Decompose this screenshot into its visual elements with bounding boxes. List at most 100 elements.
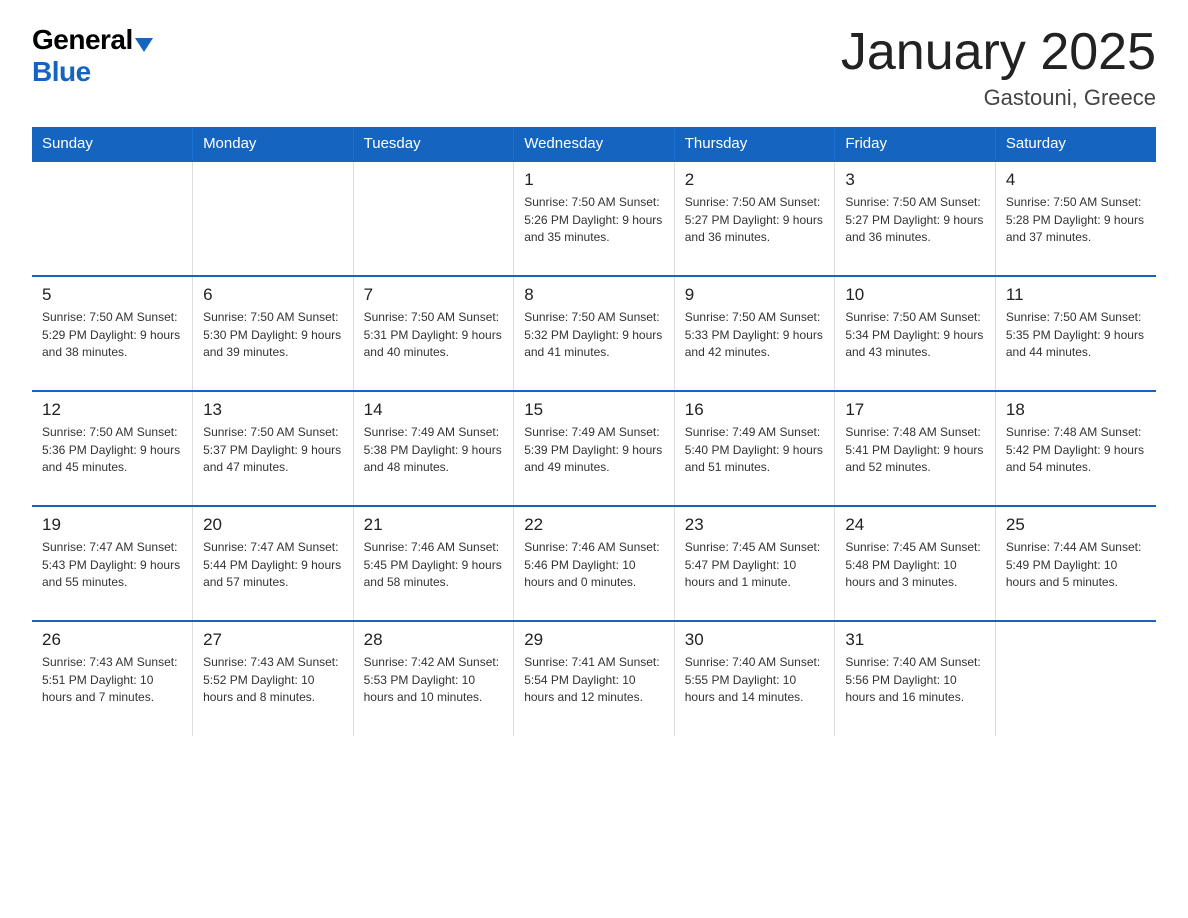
- header-monday: Monday: [193, 127, 354, 161]
- day-number: 19: [42, 515, 182, 535]
- day-info: Sunrise: 7:46 AM Sunset: 5:46 PM Dayligh…: [524, 539, 664, 591]
- day-number: 27: [203, 630, 343, 650]
- day-number: 17: [845, 400, 985, 420]
- day-info: Sunrise: 7:50 AM Sunset: 5:30 PM Dayligh…: [203, 309, 343, 361]
- day-number: 3: [845, 170, 985, 190]
- calendar-cell: [193, 161, 354, 276]
- calendar-cell: 5 Sunrise: 7:50 AM Sunset: 5:29 PM Daylig…: [32, 276, 193, 391]
- page-header: General Blue January 2025 Gastouni, Gree…: [32, 24, 1156, 111]
- header-tuesday: Tuesday: [353, 127, 514, 161]
- calendar-header: SundayMondayTuesdayWednesdayThursdayFrid…: [32, 127, 1156, 161]
- day-info: Sunrise: 7:50 AM Sunset: 5:32 PM Dayligh…: [524, 309, 664, 361]
- day-number: 7: [364, 285, 504, 305]
- day-number: 11: [1006, 285, 1146, 305]
- calendar-cell: 23 Sunrise: 7:45 AM Sunset: 5:47 PM Dayli…: [674, 506, 835, 621]
- day-number: 22: [524, 515, 664, 535]
- calendar-cell: 30 Sunrise: 7:40 AM Sunset: 5:55 PM Dayli…: [674, 621, 835, 736]
- day-info: Sunrise: 7:45 AM Sunset: 5:47 PM Dayligh…: [685, 539, 825, 591]
- day-info: Sunrise: 7:49 AM Sunset: 5:40 PM Dayligh…: [685, 424, 825, 476]
- day-info: Sunrise: 7:49 AM Sunset: 5:38 PM Dayligh…: [364, 424, 504, 476]
- day-number: 20: [203, 515, 343, 535]
- calendar-body: 1 Sunrise: 7:50 AM Sunset: 5:26 PM Daylig…: [32, 161, 1156, 736]
- week-row-2: 5 Sunrise: 7:50 AM Sunset: 5:29 PM Daylig…: [32, 276, 1156, 391]
- title-block: January 2025 Gastouni, Greece: [841, 24, 1156, 111]
- header-friday: Friday: [835, 127, 996, 161]
- logo-triangle-icon: [135, 38, 153, 52]
- header-thursday: Thursday: [674, 127, 835, 161]
- day-number: 14: [364, 400, 504, 420]
- day-info: Sunrise: 7:50 AM Sunset: 5:27 PM Dayligh…: [845, 194, 985, 246]
- calendar-subtitle: Gastouni, Greece: [841, 85, 1156, 111]
- day-info: Sunrise: 7:50 AM Sunset: 5:33 PM Dayligh…: [685, 309, 825, 361]
- header-saturday: Saturday: [995, 127, 1156, 161]
- day-number: 21: [364, 515, 504, 535]
- day-number: 9: [685, 285, 825, 305]
- day-info: Sunrise: 7:50 AM Sunset: 5:29 PM Dayligh…: [42, 309, 182, 361]
- day-number: 23: [685, 515, 825, 535]
- day-number: 18: [1006, 400, 1146, 420]
- calendar-cell: 29Sunrise: 7:41 AM Sunset: 5:54 PM Dayli…: [514, 621, 675, 736]
- day-info: Sunrise: 7:50 AM Sunset: 5:35 PM Dayligh…: [1006, 309, 1146, 361]
- calendar-cell: [32, 161, 193, 276]
- calendar-cell: 16 Sunrise: 7:49 AM Sunset: 5:40 PM Dayli…: [674, 391, 835, 506]
- day-number: 26: [42, 630, 182, 650]
- day-number: 16: [685, 400, 825, 420]
- week-row-3: 12Sunrise: 7:50 AM Sunset: 5:36 PM Dayli…: [32, 391, 1156, 506]
- week-row-4: 19 Sunrise: 7:47 AM Sunset: 5:43 PM Dayli…: [32, 506, 1156, 621]
- calendar-cell: [353, 161, 514, 276]
- calendar-cell: 10Sunrise: 7:50 AM Sunset: 5:34 PM Dayli…: [835, 276, 996, 391]
- day-info: Sunrise: 7:43 AM Sunset: 5:51 PM Dayligh…: [42, 654, 182, 706]
- calendar-cell: 6 Sunrise: 7:50 AM Sunset: 5:30 PM Daylig…: [193, 276, 354, 391]
- day-number: 8: [524, 285, 664, 305]
- day-info: Sunrise: 7:50 AM Sunset: 5:26 PM Dayligh…: [524, 194, 664, 246]
- day-info: Sunrise: 7:44 AM Sunset: 5:49 PM Dayligh…: [1006, 539, 1146, 591]
- calendar-cell: 31 Sunrise: 7:40 AM Sunset: 5:56 PM Dayli…: [835, 621, 996, 736]
- calendar-cell: 8 Sunrise: 7:50 AM Sunset: 5:32 PM Daylig…: [514, 276, 675, 391]
- day-info: Sunrise: 7:50 AM Sunset: 5:28 PM Dayligh…: [1006, 194, 1146, 246]
- day-number: 12: [42, 400, 182, 420]
- day-info: Sunrise: 7:40 AM Sunset: 5:56 PM Dayligh…: [845, 654, 985, 706]
- day-number: 5: [42, 285, 182, 305]
- day-number: 6: [203, 285, 343, 305]
- logo: General Blue: [32, 24, 153, 88]
- logo-general-line: General: [32, 24, 153, 56]
- day-number: 1: [524, 170, 664, 190]
- day-info: Sunrise: 7:43 AM Sunset: 5:52 PM Dayligh…: [203, 654, 343, 706]
- calendar-cell: 3 Sunrise: 7:50 AM Sunset: 5:27 PM Daylig…: [835, 161, 996, 276]
- day-number: 25: [1006, 515, 1146, 535]
- day-info: Sunrise: 7:45 AM Sunset: 5:48 PM Dayligh…: [845, 539, 985, 591]
- day-info: Sunrise: 7:50 AM Sunset: 5:31 PM Dayligh…: [364, 309, 504, 361]
- day-info: Sunrise: 7:48 AM Sunset: 5:42 PM Dayligh…: [1006, 424, 1146, 476]
- calendar-cell: 28Sunrise: 7:42 AM Sunset: 5:53 PM Dayli…: [353, 621, 514, 736]
- day-number: 30: [685, 630, 825, 650]
- calendar-cell: 26 Sunrise: 7:43 AM Sunset: 5:51 PM Dayli…: [32, 621, 193, 736]
- day-number: 13: [203, 400, 343, 420]
- header-sunday: Sunday: [32, 127, 193, 161]
- day-info: Sunrise: 7:46 AM Sunset: 5:45 PM Dayligh…: [364, 539, 504, 591]
- day-info: Sunrise: 7:40 AM Sunset: 5:55 PM Dayligh…: [685, 654, 825, 706]
- day-info: Sunrise: 7:48 AM Sunset: 5:41 PM Dayligh…: [845, 424, 985, 476]
- calendar-cell: 24Sunrise: 7:45 AM Sunset: 5:48 PM Dayli…: [835, 506, 996, 621]
- day-number: 29: [524, 630, 664, 650]
- calendar-table: SundayMondayTuesdayWednesdayThursdayFrid…: [32, 127, 1156, 736]
- logo-general-text: General: [32, 24, 133, 55]
- logo-blue-text: Blue: [32, 56, 91, 87]
- day-info: Sunrise: 7:50 AM Sunset: 5:34 PM Dayligh…: [845, 309, 985, 361]
- week-row-1: 1 Sunrise: 7:50 AM Sunset: 5:26 PM Daylig…: [32, 161, 1156, 276]
- day-number: 2: [685, 170, 825, 190]
- calendar-cell: 18 Sunrise: 7:48 AM Sunset: 5:42 PM Dayli…: [995, 391, 1156, 506]
- week-row-5: 26 Sunrise: 7:43 AM Sunset: 5:51 PM Dayli…: [32, 621, 1156, 736]
- day-number: 4: [1006, 170, 1146, 190]
- calendar-cell: 9 Sunrise: 7:50 AM Sunset: 5:33 PM Daylig…: [674, 276, 835, 391]
- calendar-cell: 27 Sunrise: 7:43 AM Sunset: 5:52 PM Dayli…: [193, 621, 354, 736]
- calendar-cell: 7 Sunrise: 7:50 AM Sunset: 5:31 PM Daylig…: [353, 276, 514, 391]
- calendar-cell: 1 Sunrise: 7:50 AM Sunset: 5:26 PM Daylig…: [514, 161, 675, 276]
- day-info: Sunrise: 7:47 AM Sunset: 5:43 PM Dayligh…: [42, 539, 182, 591]
- header-row: SundayMondayTuesdayWednesdayThursdayFrid…: [32, 127, 1156, 161]
- calendar-cell: [995, 621, 1156, 736]
- calendar-cell: 2Sunrise: 7:50 AM Sunset: 5:27 PM Daylig…: [674, 161, 835, 276]
- day-number: 31: [845, 630, 985, 650]
- day-number: 15: [524, 400, 664, 420]
- calendar-cell: 4 Sunrise: 7:50 AM Sunset: 5:28 PM Daylig…: [995, 161, 1156, 276]
- calendar-cell: 25 Sunrise: 7:44 AM Sunset: 5:49 PM Dayli…: [995, 506, 1156, 621]
